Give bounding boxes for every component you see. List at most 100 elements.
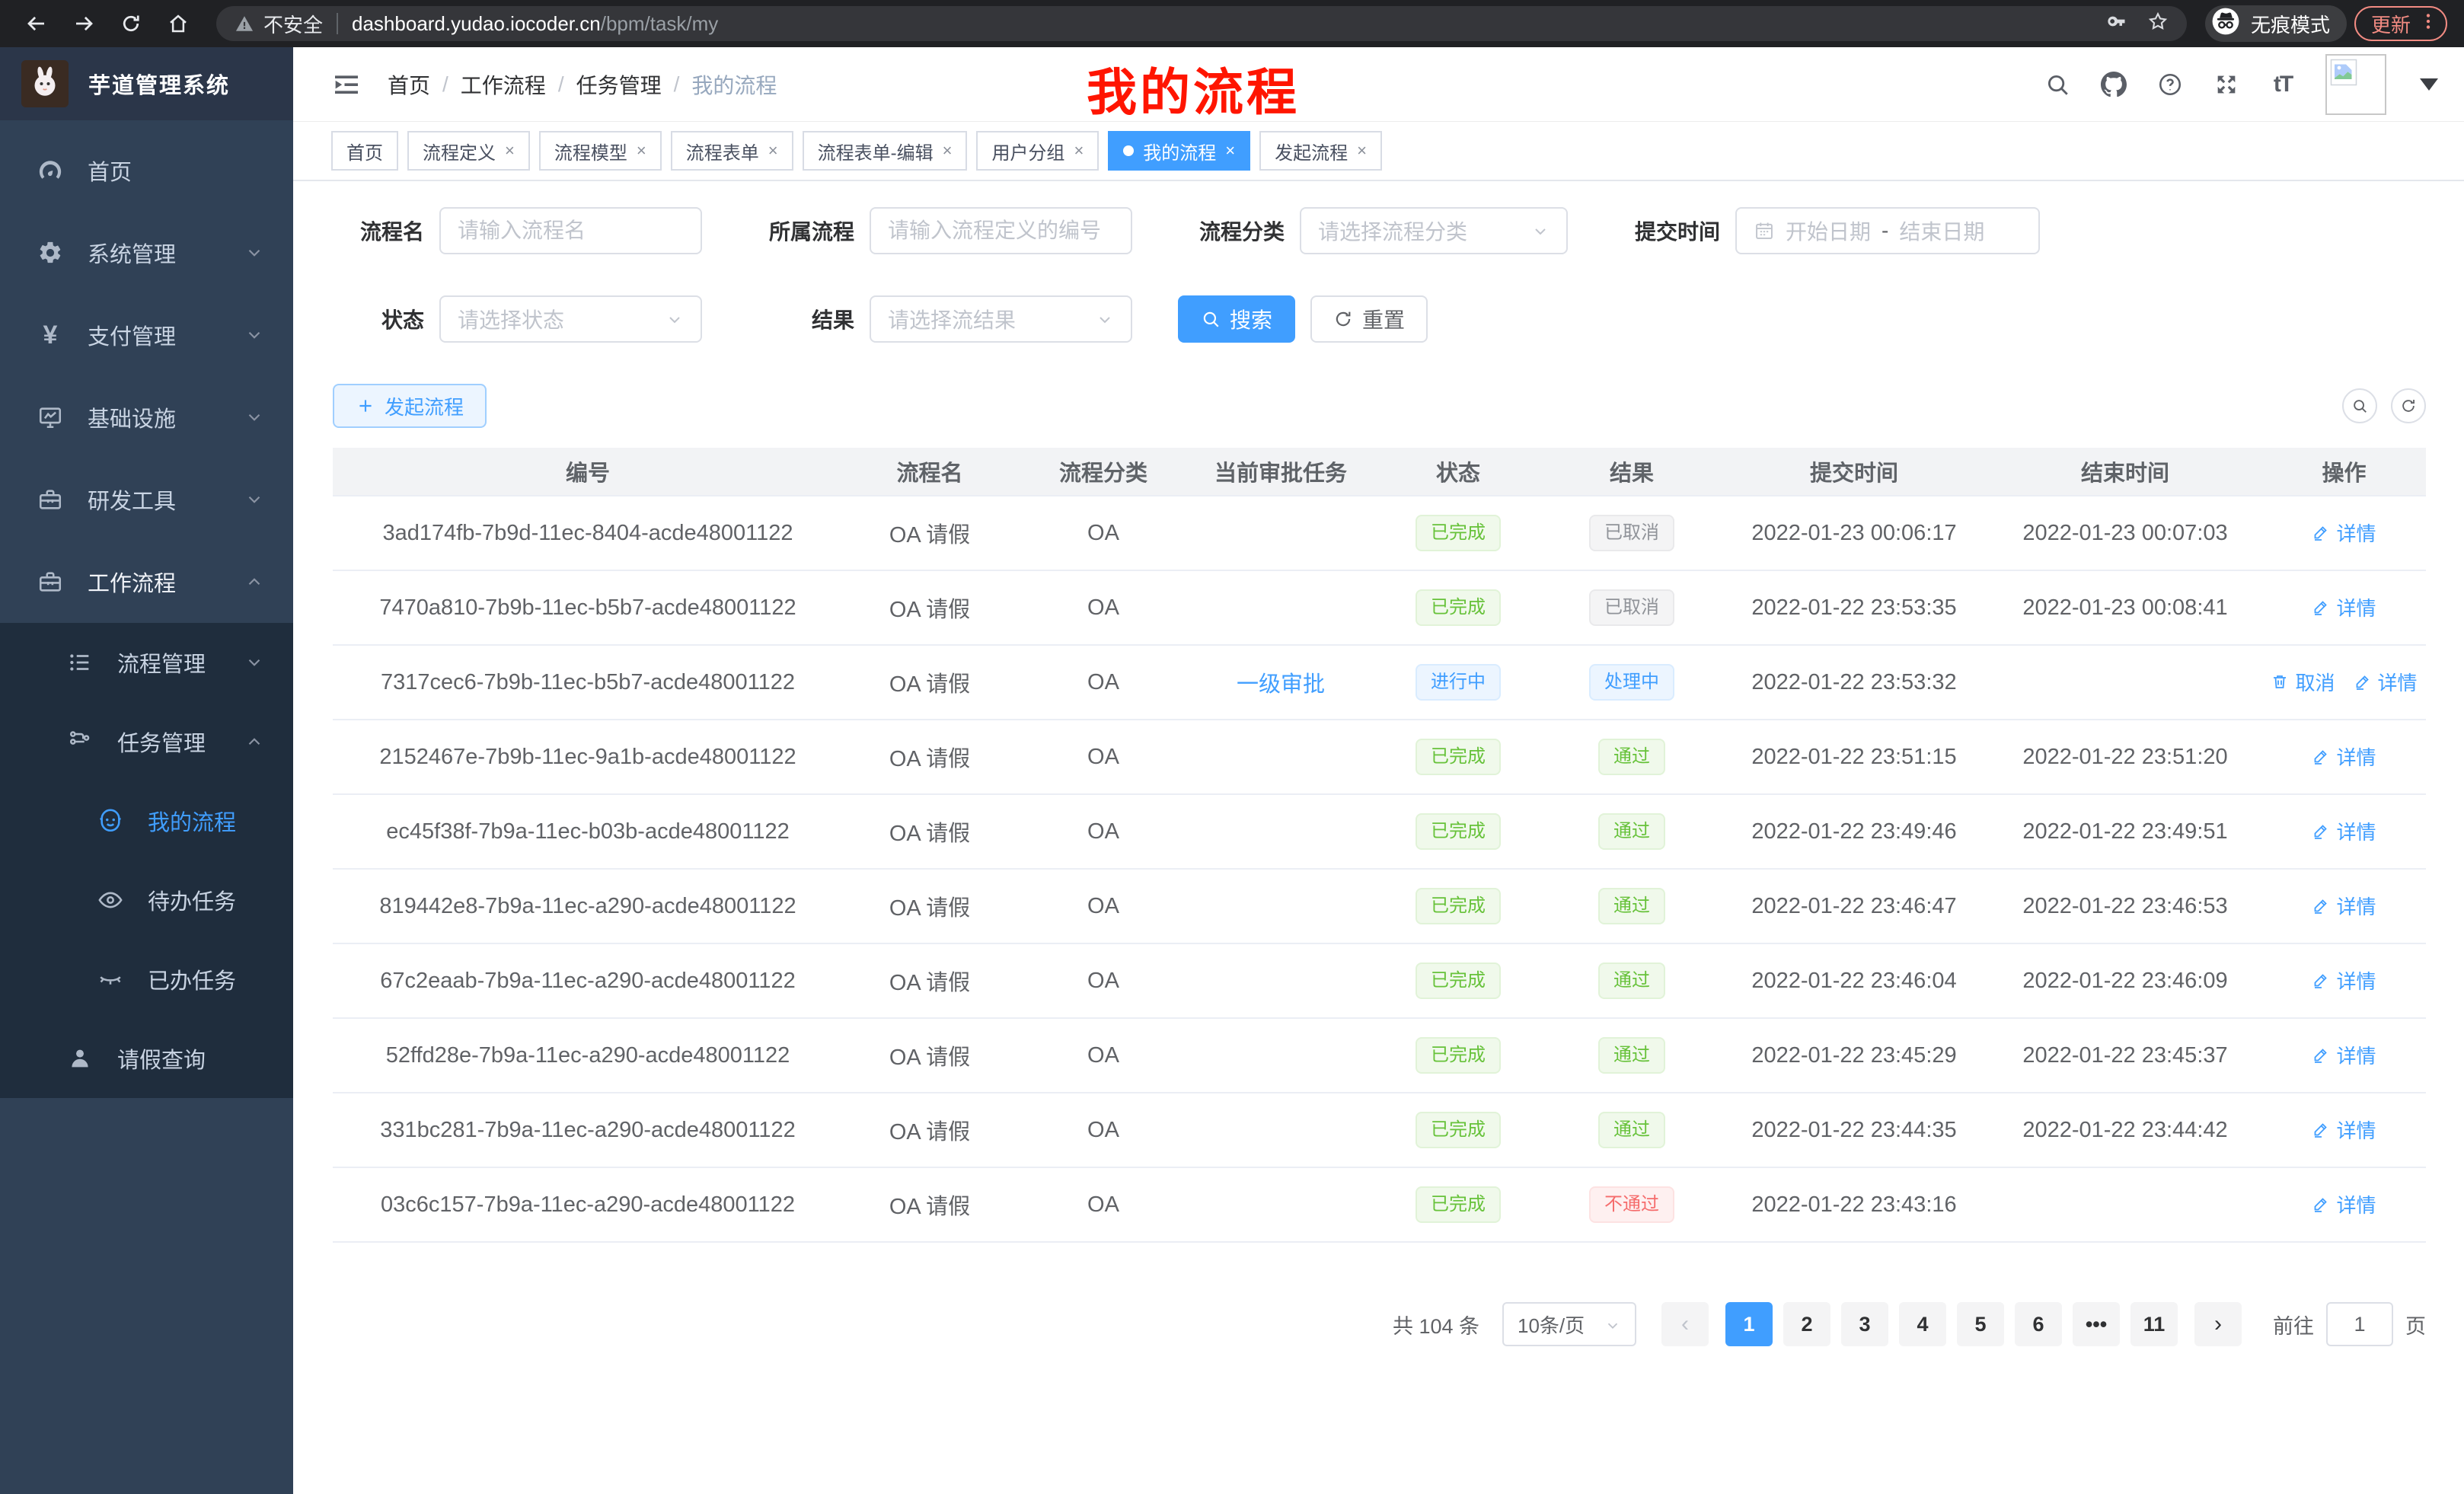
status-badge: 已完成 bbox=[1416, 739, 1501, 776]
result-badge: 通过 bbox=[1598, 739, 1665, 776]
tab-home[interactable]: 首页 bbox=[331, 131, 398, 171]
chevron-down-icon bbox=[1531, 222, 1550, 240]
browser-menu-icon[interactable] bbox=[2418, 11, 2438, 37]
more-pages-button[interactable]: ••• bbox=[2073, 1302, 2120, 1346]
sidebar-item-payment[interactable]: ¥支付管理 bbox=[0, 294, 293, 376]
page-button-6[interactable]: 6 bbox=[2015, 1302, 2062, 1346]
detail-link[interactable]: 详情 bbox=[2312, 593, 2376, 621]
key-icon[interactable] bbox=[2106, 11, 2127, 37]
sidebar-item-system[interactable]: 系统管理 bbox=[0, 212, 293, 294]
forward-icon[interactable] bbox=[70, 10, 97, 37]
goto-page-input[interactable] bbox=[2326, 1302, 2393, 1346]
process-id: 3ad174fb-7b9d-11ec-8404-acde48001122 bbox=[333, 521, 843, 546]
status-select[interactable]: 请选择状态 bbox=[439, 295, 702, 343]
cancel-link[interactable]: 取消 bbox=[2271, 668, 2335, 696]
help-icon[interactable] bbox=[2156, 71, 2184, 98]
avatar[interactable] bbox=[2325, 54, 2386, 115]
tab-proc-model[interactable]: 流程模型× bbox=[539, 131, 662, 171]
process-category: OA bbox=[1017, 1118, 1190, 1143]
fullscreen-icon[interactable] bbox=[2213, 71, 2240, 98]
detail-link[interactable]: 详情 bbox=[2312, 1116, 2376, 1144]
breadcrumb-item[interactable]: 工作流程 bbox=[461, 69, 546, 100]
sidebar-item-leave-query[interactable]: 请假查询 bbox=[0, 1019, 293, 1098]
close-tab-icon[interactable]: × bbox=[1074, 142, 1084, 159]
tab-label: 发起流程 bbox=[1275, 138, 1348, 164]
sidebar-item-devtools[interactable]: 研发工具 bbox=[0, 458, 293, 541]
submit-time: 2022-01-22 23:43:16 bbox=[1719, 1192, 1990, 1218]
github-icon[interactable] bbox=[2100, 71, 2127, 98]
process-name: OA 请假 bbox=[843, 965, 1017, 997]
app-logo-row[interactable]: 芋道管理系统 bbox=[0, 47, 293, 120]
detail-link[interactable]: 详情 bbox=[2312, 1190, 2376, 1218]
reset-button[interactable]: 重置 bbox=[1310, 295, 1428, 343]
detail-link[interactable]: 详情 bbox=[2312, 892, 2376, 920]
home-icon[interactable] bbox=[164, 10, 192, 37]
sidebar-item-workflow[interactable]: 工作流程 bbox=[0, 541, 293, 623]
avatar-dropdown-icon[interactable] bbox=[2420, 78, 2438, 91]
show-search-toggle-button[interactable] bbox=[2342, 388, 2377, 423]
task-link[interactable]: 一级审批 bbox=[1237, 672, 1325, 697]
sidebar-item-label: 首页 bbox=[88, 155, 132, 187]
next-page-button[interactable]: › bbox=[2194, 1302, 2242, 1346]
breadcrumb-item[interactable]: 任务管理 bbox=[576, 69, 662, 100]
sidebar-item-process-mgmt[interactable]: 流程管理 bbox=[0, 623, 293, 702]
parent-process-input[interactable] bbox=[888, 219, 1114, 243]
not-secure-icon bbox=[235, 14, 254, 34]
close-tab-icon[interactable]: × bbox=[943, 142, 953, 159]
category-select[interactable]: 请选择流程分类 bbox=[1300, 207, 1568, 254]
search-button[interactable]: 搜索 bbox=[1178, 295, 1295, 343]
breadcrumb-item[interactable]: 首页 bbox=[388, 69, 430, 100]
collapse-sidebar-icon[interactable] bbox=[331, 69, 362, 100]
prev-page-button[interactable]: ‹ bbox=[1661, 1302, 1709, 1346]
page-button-3[interactable]: 3 bbox=[1841, 1302, 1888, 1346]
close-tab-icon[interactable]: × bbox=[505, 142, 515, 159]
page-button-5[interactable]: 5 bbox=[1957, 1302, 2004, 1346]
detail-link[interactable]: 详情 bbox=[2312, 742, 2376, 771]
refresh-table-button[interactable] bbox=[2391, 388, 2426, 423]
chevron-down-icon bbox=[1096, 310, 1114, 328]
sidebar-item-my-process[interactable]: 我的流程 bbox=[0, 781, 293, 860]
tab-proc-form[interactable]: 流程表单× bbox=[671, 131, 793, 171]
close-tab-icon[interactable]: × bbox=[1357, 142, 1367, 159]
process-name: OA 请假 bbox=[843, 517, 1017, 549]
page-button-4[interactable]: 4 bbox=[1899, 1302, 1946, 1346]
sidebar-item-done-tasks[interactable]: 已办任务 bbox=[0, 940, 293, 1019]
category-label: 流程分类 bbox=[1178, 215, 1285, 246]
font-size-icon[interactable]: tT bbox=[2269, 71, 2296, 98]
result-select[interactable]: 请选择流结果 bbox=[870, 295, 1132, 343]
page-button-1[interactable]: 1 bbox=[1725, 1302, 1773, 1346]
close-tab-icon[interactable]: × bbox=[768, 142, 778, 159]
back-icon[interactable] bbox=[23, 10, 50, 37]
address-bar[interactable]: 不安全 dashboard.yudao.iocoder.cn/bpm/task/… bbox=[216, 6, 2187, 41]
sidebar-item-todo-tasks[interactable]: 待办任务 bbox=[0, 860, 293, 940]
sidebar-item-task-mgmt[interactable]: 任务管理 bbox=[0, 702, 293, 781]
process-name-input[interactable] bbox=[458, 219, 684, 243]
page-size-select[interactable]: 10条/页 bbox=[1502, 1302, 1636, 1346]
submit-time: 2022-01-22 23:44:35 bbox=[1719, 1118, 1990, 1143]
tab-start-process[interactable]: 发起流程 × bbox=[1259, 131, 1382, 171]
start-process-button[interactable]: 发起流程 bbox=[333, 384, 487, 428]
close-tab-icon[interactable]: × bbox=[637, 142, 646, 159]
tab-proc-form-edit[interactable]: 流程表单-编辑× bbox=[803, 131, 968, 171]
detail-link[interactable]: 详情 bbox=[2354, 668, 2418, 696]
sidebar-item-home[interactable]: 首页 bbox=[0, 129, 293, 212]
close-tab-icon[interactable]: × bbox=[1225, 142, 1235, 159]
detail-link[interactable]: 详情 bbox=[2312, 519, 2376, 547]
tab-my-process[interactable]: 我的流程× bbox=[1108, 131, 1250, 171]
tab-proc-def[interactable]: 流程定义× bbox=[407, 131, 530, 171]
parent-process-input-wrap bbox=[870, 207, 1132, 254]
reload-icon[interactable] bbox=[117, 10, 145, 37]
detail-link[interactable]: 详情 bbox=[2312, 817, 2376, 845]
sidebar-item-infra[interactable]: 基础设施 bbox=[0, 376, 293, 458]
tab-user-group[interactable]: 用户分组× bbox=[976, 131, 1099, 171]
page-button-2[interactable]: 2 bbox=[1783, 1302, 1830, 1346]
page-button-11[interactable]: 11 bbox=[2130, 1302, 2178, 1346]
submit-time-range-picker[interactable]: 开始日期 - 结束日期 bbox=[1735, 207, 2040, 254]
bookmark-star-icon[interactable] bbox=[2147, 11, 2169, 37]
detail-link[interactable]: 详情 bbox=[2312, 1041, 2376, 1069]
header-search-icon[interactable] bbox=[2044, 71, 2071, 98]
process-id: 52ffd28e-7b9a-11ec-a290-acde48001122 bbox=[333, 1043, 843, 1068]
result-badge: 通过 bbox=[1598, 813, 1665, 851]
detail-link[interactable]: 详情 bbox=[2312, 966, 2376, 994]
chrome-update-button[interactable]: 更新 bbox=[2354, 6, 2447, 41]
